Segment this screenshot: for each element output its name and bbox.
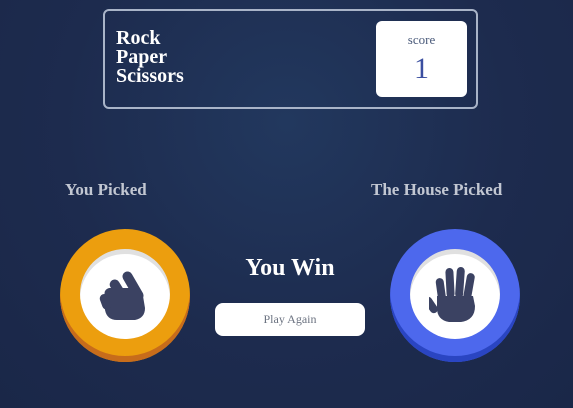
paper-hand-icon	[429, 267, 475, 322]
house-pick-token	[390, 229, 520, 362]
score-box: score 1	[376, 21, 467, 97]
you-picked-label: You Picked	[65, 180, 147, 199]
play-again-button[interactable]: Play Again	[215, 303, 365, 336]
game-title: Rock Paper Scissors	[116, 28, 184, 87]
result-text: You Win	[245, 255, 335, 281]
scissors-hand-icon	[99, 271, 145, 320]
title-line-scissors: Scissors	[116, 65, 184, 87]
score-value: 1	[414, 52, 429, 85]
player-pick-token	[60, 229, 190, 362]
score-label: score	[407, 32, 436, 47]
game-header: Rock Paper Scissors score 1	[103, 9, 478, 109]
house-picked-label: The House Picked	[371, 180, 503, 199]
